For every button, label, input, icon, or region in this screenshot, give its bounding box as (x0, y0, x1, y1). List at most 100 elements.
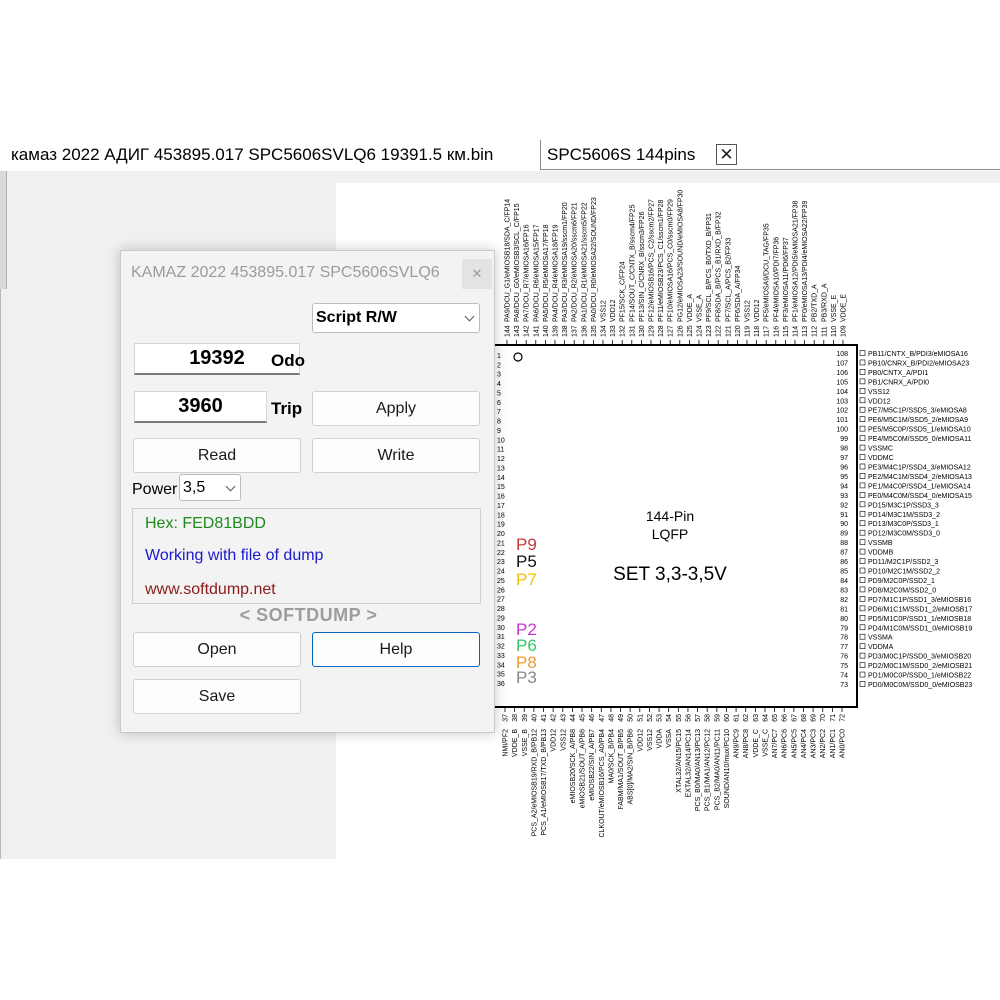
pin-number: 55 (676, 714, 683, 722)
pin-name: AN5/PC5 (791, 729, 798, 758)
pin-number: 22 (497, 550, 505, 557)
pin-number: 120 (735, 325, 742, 337)
pin-number: 78 (840, 635, 848, 642)
pin-number: 104 (836, 389, 848, 396)
pin-number: 43 (560, 714, 567, 722)
pin-name: VSS12 (647, 729, 654, 751)
pin-number: 95 (840, 474, 848, 481)
pin-number: 14 (497, 475, 505, 482)
pin-number: 42 (551, 714, 558, 722)
tab-pinout[interactable]: SPC5606S 144pins (542, 140, 742, 170)
pin-number: 127 (668, 325, 675, 337)
pin-pad (859, 454, 866, 460)
pin-number: 26 (497, 587, 505, 594)
pin-number: 94 (840, 483, 848, 490)
read-button[interactable]: Read (133, 438, 301, 473)
pin-number: 137 (572, 325, 579, 337)
pin-name: PF0/eMIOSA13/PDI4/eMIOSA22/FP39 (802, 201, 809, 322)
pin-number: 119 (745, 326, 752, 337)
pin-name: PF3/eMIOSA11/PDI6/FP37 (783, 237, 790, 322)
pin-pad (859, 501, 866, 508)
pin-number: 110 (831, 326, 838, 337)
pin-number: 96 (840, 464, 848, 471)
info-site[interactable]: www.softdump.net (145, 581, 276, 599)
pin-name: SOUND/AN10/mux/PC10 (724, 729, 731, 808)
pin-name: PF9/SCL_B/PCS_B0/TXD_B/FP31 (706, 213, 713, 322)
pin-number: 6 (497, 400, 501, 407)
pin-number: 23 (497, 559, 505, 566)
pin-name: PA0/DCU_R0/eMIOSA22/SOUND/FP23 (591, 197, 598, 322)
odo-label: Odo (271, 351, 305, 370)
pin-name: PD1/M0C0P/SSD0_1/eMIOSB22 (868, 673, 971, 680)
pin-pad (859, 671, 866, 678)
pin-name: PCS_B2/MA0/AN11/PC11 (714, 729, 721, 810)
pin-number: 101 (836, 417, 848, 424)
pin-number: 13 (497, 465, 505, 472)
open-button[interactable]: Open (133, 632, 301, 667)
close-tab-icon[interactable]: ✕ (716, 144, 737, 165)
pin-number: 134 (601, 325, 608, 337)
pin-name: PB11/CNTX_B/PDI3/eMIOSA16 (868, 351, 968, 358)
pin-number: 77 (840, 644, 848, 651)
pin-number: 128 (658, 325, 665, 337)
pin-number: 89 (840, 531, 848, 538)
pin-name: PF15/SCK_C/FP24 (620, 261, 627, 322)
info-hex: Hex: FED81BDD (145, 515, 266, 532)
pin-number: 35 (497, 672, 505, 679)
pin-number: 84 (840, 578, 848, 585)
pin-number: 9 (497, 428, 501, 435)
pin-number: 17 (497, 503, 505, 510)
pin-number: 80 (840, 616, 848, 623)
dialog-close-icon[interactable]: ✕ (462, 259, 492, 289)
pin-name: PG12/eMIOSA23/SOUND/eMIOSA8/FP30 (677, 190, 684, 322)
pin-number: 108 (836, 351, 848, 358)
trip-input[interactable]: 3960 (134, 391, 267, 423)
pin-name: FABM/MA1/SOUT_B/PB5 (618, 729, 625, 810)
help-button[interactable]: Help (312, 632, 480, 667)
point-label-p3: P3 (516, 668, 537, 687)
pin-name: AN1/PC1 (830, 729, 837, 758)
pin-name: NMI/PF2 (503, 729, 510, 757)
pin-number: 130 (639, 325, 646, 337)
pin-name: VSSMA (868, 635, 893, 642)
pin-pad (859, 397, 866, 404)
pin-number: 12 (497, 456, 505, 463)
pin-name: PE7/M5C1P/SSD5_3/eMIOSA8 (868, 408, 967, 415)
save-button[interactable]: Save (133, 679, 301, 714)
apply-button[interactable]: Apply (312, 391, 480, 426)
pin-number: 139 (553, 325, 560, 337)
pin-name: VSSE_B (522, 729, 529, 757)
pin-name: XTAL32/AN15/PC15 (676, 729, 683, 793)
pin-pad (859, 558, 866, 564)
pin-pad (859, 605, 866, 612)
pin-pad (859, 406, 866, 413)
pin-pad (859, 388, 866, 394)
pin-number: 126 (677, 325, 684, 337)
pin-name: VDDE_B (512, 729, 519, 757)
power-select-value: 3,5 (183, 478, 206, 496)
write-button[interactable]: Write (312, 438, 480, 473)
pin-name: PD14/M3C1M/SSD3_2 (868, 512, 940, 519)
tab-dump-file[interactable]: камаз 2022 АДИГ 453895.017 SPC5606SVLQ6 … (0, 140, 541, 170)
pin-name: EXTAL32/AN14/PC14 (685, 729, 692, 797)
pin-name: PB0/CNTX_A/PDI1 (868, 370, 928, 377)
softdump-dialog: KAMAZ 2022 453895.017 SPC5606SVLQ6 ✕ Scr… (120, 250, 495, 733)
pin-pad (859, 586, 866, 593)
mode-select[interactable]: Script R/W (312, 303, 480, 333)
pin-pad (859, 614, 866, 621)
pin-name: PB1/CNRX_A/PDI0 (868, 379, 929, 386)
pin-name: PF7/SCL_A/PCS_B2/FP33 (725, 237, 732, 322)
pin-name: PD12/M3C0M/SSD3_0 (868, 531, 940, 538)
pin-pad (859, 539, 866, 545)
pin-name: PA4/DCU_R4/eMIOSA18/FP19 (553, 224, 560, 322)
pin-name: PD4/M1C0M/SSD1_0/eMIOSB19 (868, 625, 972, 632)
pin-number: 132 (620, 325, 627, 337)
pin-name: PD7/M1C1P/SSD1_3/eMIOSB16 (868, 597, 971, 604)
pin-pad (859, 577, 866, 583)
pin-number: 115 (783, 326, 790, 337)
pin-pad (859, 596, 866, 602)
pin-number: 136 (581, 325, 588, 337)
pin-number: 63 (753, 714, 760, 722)
power-select[interactable]: 3,5 (179, 474, 241, 501)
pin-number: 142 (524, 325, 531, 337)
